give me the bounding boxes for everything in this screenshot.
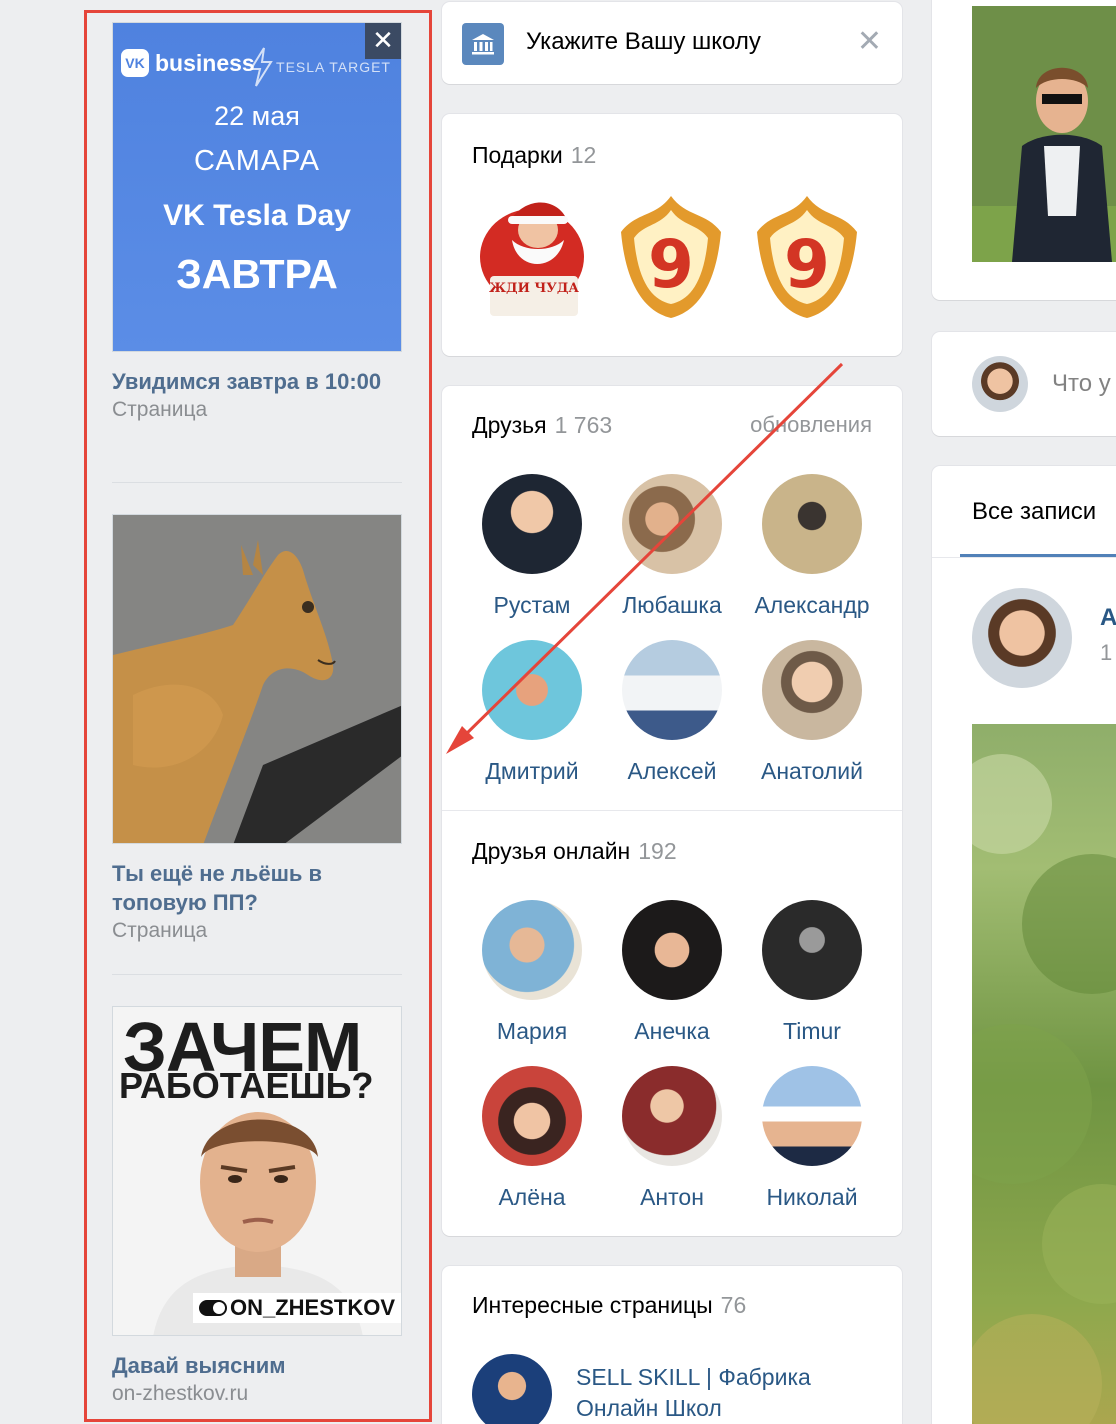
gift-santa[interactable]: ЖДИ ЧУДА: [472, 192, 602, 322]
ad-image-deer[interactable]: [112, 514, 402, 844]
friend-online-item[interactable]: Антон: [602, 1066, 742, 1211]
avatar: [762, 474, 862, 574]
friend-item[interactable]: Анатолий: [742, 640, 882, 785]
post-date: 1: [1100, 640, 1113, 665]
toggle-icon: [199, 1300, 227, 1316]
page-avatar[interactable]: [472, 1354, 552, 1424]
friend-item[interactable]: Рустам: [462, 474, 602, 619]
ad-title[interactable]: Давай выясним: [112, 1351, 402, 1380]
svg-text:9: 9: [784, 226, 830, 303]
gifts-header[interactable]: Подарки 12: [472, 142, 596, 169]
post-composer[interactable]: Что у: [932, 332, 1116, 436]
profile-photo[interactable]: [972, 6, 1116, 262]
ad-deer[interactable]: Ты ещё не льёшь в топовую ПП? Страница: [112, 514, 402, 945]
avatar: [622, 900, 722, 1000]
page: VK business TESLA TARGET 22 мая САМАРА V…: [0, 0, 1116, 1424]
ad-subtitle: Страница: [112, 919, 208, 942]
avatar: [762, 900, 862, 1000]
deer-illustration: [113, 515, 401, 843]
pages-header[interactable]: Интересные страницы 76: [472, 1292, 746, 1319]
avatar: [622, 640, 722, 740]
avatar: [482, 474, 582, 574]
vk-business-logo: VK business: [121, 49, 255, 77]
banner-date: 22 мая: [214, 101, 300, 131]
ad-image-zhestkov[interactable]: ЗАЧЕМ РАБОТАЕШЬ? ON_ZHESTKOV: [112, 1006, 402, 1336]
friend-online-item[interactable]: Алёна: [462, 1066, 602, 1211]
banner-event: VK Tesla Day: [163, 199, 351, 232]
lightning-icon: [249, 47, 273, 87]
friend-online-item[interactable]: Мария: [462, 900, 602, 1045]
post-photo[interactable]: [932, 724, 1116, 1424]
gift-nine-badge[interactable]: 9: [616, 192, 726, 322]
friend-item[interactable]: Александр: [742, 474, 882, 619]
avatar: [482, 640, 582, 740]
tesla-target-text: TESLA TARGET: [276, 58, 391, 75]
school-close-button[interactable]: ✕: [857, 26, 882, 58]
friend-online-item[interactable]: Timur: [742, 900, 882, 1045]
banner-city: САМАРА: [194, 145, 320, 177]
ad-close-button[interactable]: ✕: [365, 23, 401, 59]
avatar: [622, 474, 722, 574]
ad-banner-vk-tesla-day[interactable]: VK business TESLA TARGET 22 мая САМАРА V…: [112, 22, 402, 352]
friend-item[interactable]: Любашка: [602, 474, 742, 619]
ad-title[interactable]: Увидимся завтра в 10:00: [112, 367, 402, 396]
friends-card: Друзья 1 763 обновления Рустам Любашка Ал…: [442, 386, 902, 1236]
friends-header[interactable]: Друзья 1 763: [472, 412, 612, 439]
ad-zhestkov[interactable]: ЗАЧЕМ РАБОТАЕШЬ? ON_ZHESTKOV Давай выясн…: [112, 1006, 402, 1408]
post-author-name[interactable]: А: [1100, 604, 1116, 632]
composer-input[interactable]: Что у: [1052, 370, 1111, 398]
post-author-avatar[interactable]: [972, 588, 1072, 688]
avatar: [762, 1066, 862, 1166]
vk-logo-icon: VK: [121, 49, 149, 77]
tab-all-posts[interactable]: Все записи: [972, 498, 1096, 526]
banner-when: ЗАВТРА: [176, 251, 338, 297]
friend-item[interactable]: Алексей: [602, 640, 742, 785]
friend-item[interactable]: Дмитрий: [462, 640, 602, 785]
ad-title[interactable]: Ты ещё не льёшь в топовую ПП?: [112, 859, 402, 917]
ad-subtitle: Страница: [112, 398, 208, 421]
svg-text:ЖДИ ЧУДА: ЖДИ ЧУДА: [489, 281, 579, 296]
ad-vk-tesla[interactable]: VK business TESLA TARGET 22 мая САМАРА V…: [112, 22, 402, 424]
user-avatar: [972, 356, 1028, 412]
friends-online-header[interactable]: Друзья онлайн 192: [472, 838, 677, 865]
friend-online-item[interactable]: Николай: [742, 1066, 882, 1211]
page-link[interactable]: SELL SKILL | Фабрика Онлайн Школ: [576, 1362, 811, 1424]
tab-divider: [932, 557, 1116, 558]
ad-subtitle: on-zhestkov.ru: [112, 1382, 249, 1405]
school-icon: [462, 23, 504, 65]
avatar: [622, 1066, 722, 1166]
svg-text:9: 9: [648, 226, 694, 303]
avatar: [482, 900, 582, 1000]
section-divider: [442, 810, 902, 811]
school-card[interactable]: Укажите Вашу школу ✕: [442, 2, 902, 84]
avatar: [482, 1066, 582, 1166]
profile-photo-card: [932, 0, 1116, 300]
friends-updates-link[interactable]: обновления: [750, 412, 872, 438]
ad-divider: [112, 974, 402, 975]
school-prompt[interactable]: Укажите Вашу школу: [526, 28, 761, 56]
ad-divider: [112, 482, 402, 483]
avatar: [762, 640, 862, 740]
gifts-card: Подарки 12 ЖДИ ЧУДА 9 9: [442, 114, 902, 356]
wall-card: Все записи А 1: [932, 466, 1116, 1424]
gift-nine-badge[interactable]: 9: [752, 192, 862, 322]
zhestkov-tag: ON_ZHESTKOV: [193, 1293, 401, 1323]
friend-online-item[interactable]: Анечка: [602, 900, 742, 1045]
pages-card: Интересные страницы 76 SELL SKILL | Фабри…: [442, 1266, 902, 1424]
